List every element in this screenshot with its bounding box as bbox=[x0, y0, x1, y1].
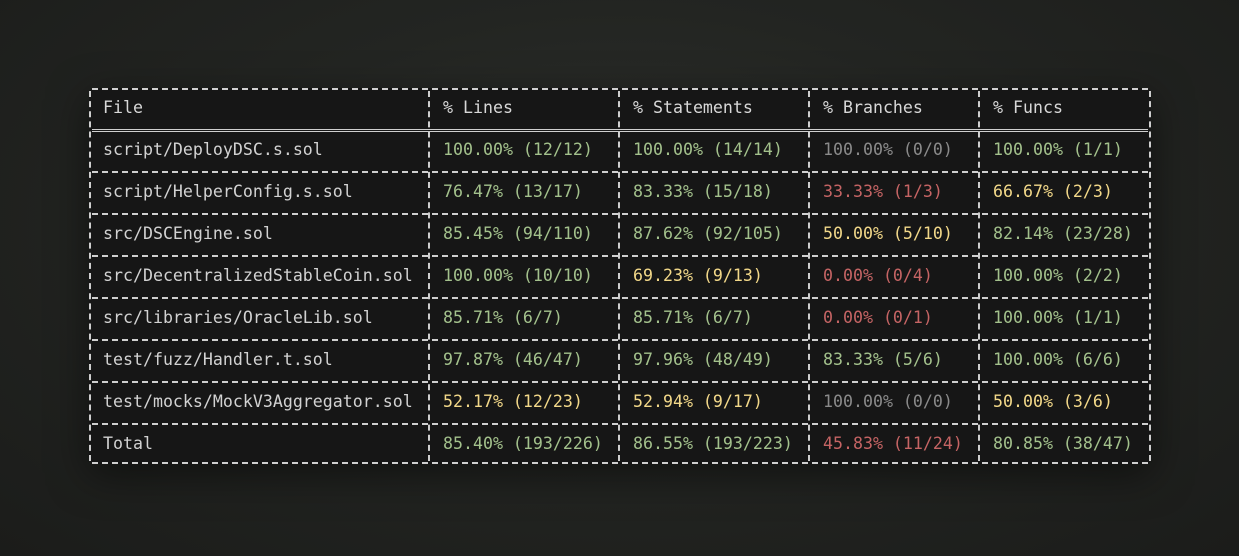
table-row: src/libraries/OracleLib.sol 85.71% (6/7) 8… bbox=[89, 298, 1151, 340]
lines-coverage-cell: 52.17% (12/23) bbox=[443, 392, 583, 411]
branches-coverage-cell: 100.00% (0/0) bbox=[823, 140, 953, 159]
lines-coverage-cell: 100.00% (10/10) bbox=[443, 266, 593, 285]
branches-coverage-cell: 0.00% (0/1) bbox=[823, 308, 933, 327]
table-row: script/DeployDSC.s.sol 100.00% (12/12) 100… bbox=[89, 130, 1151, 172]
column-header-file: File bbox=[103, 98, 143, 117]
funcs-coverage-cell: 50.00% (3/6) bbox=[993, 392, 1113, 411]
column-header-lines: % Lines bbox=[443, 98, 513, 117]
branches-coverage-cell: 100.00% (0/0) bbox=[823, 392, 953, 411]
lines-coverage-cell: 97.87% (46/47) bbox=[443, 350, 583, 369]
table-row: test/fuzz/Handler.t.sol 97.87% (46/47) 97.… bbox=[89, 340, 1151, 382]
total-row: Total 85.40% (193/226) 86.55% (193/223) 45.… bbox=[89, 424, 1151, 466]
terminal-window: File % Lines % Statements % Branches % Funcs… bbox=[89, 88, 1151, 464]
coverage-table: File % Lines % Statements % Branches % Funcs… bbox=[89, 88, 1151, 464]
column-header-funcs: % Funcs bbox=[993, 98, 1063, 117]
file-name-cell: src/DecentralizedStableCoin.sol bbox=[103, 266, 413, 285]
table-row: src/DSCEngine.sol 85.45% (94/110) 87.62% (… bbox=[89, 214, 1151, 256]
branches-coverage-cell: 45.83% (11/24) bbox=[823, 434, 963, 453]
branches-coverage-cell: 0.00% (0/4) bbox=[823, 266, 933, 285]
lines-coverage-cell: 85.71% (6/7) bbox=[443, 308, 563, 327]
table-header-row: File % Lines % Statements % Branches % Funcs bbox=[89, 88, 1151, 130]
funcs-coverage-cell: 82.14% (23/28) bbox=[993, 224, 1133, 243]
funcs-coverage-cell: 100.00% (2/2) bbox=[993, 266, 1123, 285]
table-row: src/DecentralizedStableCoin.sol 100.00% (… bbox=[89, 256, 1151, 298]
statements-coverage-cell: 85.71% (6/7) bbox=[633, 308, 753, 327]
file-name-cell: src/libraries/OracleLib.sol bbox=[103, 308, 373, 327]
funcs-coverage-cell: 100.00% (6/6) bbox=[993, 350, 1123, 369]
branches-coverage-cell: 33.33% (1/3) bbox=[823, 182, 943, 201]
lines-coverage-cell: 100.00% (12/12) bbox=[443, 140, 593, 159]
statements-coverage-cell: 97.96% (48/49) bbox=[633, 350, 773, 369]
statements-coverage-cell: 100.00% (14/14) bbox=[633, 140, 783, 159]
statements-coverage-cell: 52.94% (9/17) bbox=[633, 392, 763, 411]
table-row: test/mocks/MockV3Aggregator.sol 52.17% (1… bbox=[89, 382, 1151, 424]
funcs-coverage-cell: 100.00% (1/1) bbox=[993, 140, 1123, 159]
statements-coverage-cell: 69.23% (9/13) bbox=[633, 266, 763, 285]
file-name-cell: test/fuzz/Handler.t.sol bbox=[103, 350, 333, 369]
branches-coverage-cell: 83.33% (5/6) bbox=[823, 350, 943, 369]
statements-coverage-cell: 87.62% (92/105) bbox=[633, 224, 783, 243]
lines-coverage-cell: 85.40% (193/226) bbox=[443, 434, 603, 453]
file-name-cell: test/mocks/MockV3Aggregator.sol bbox=[103, 392, 413, 411]
file-name-cell: script/HelperConfig.s.sol bbox=[103, 182, 353, 201]
file-name-cell: Total bbox=[103, 434, 153, 453]
funcs-coverage-cell: 100.00% (1/1) bbox=[993, 308, 1123, 327]
column-header-statements: % Statements bbox=[633, 98, 753, 117]
lines-coverage-cell: 76.47% (13/17) bbox=[443, 182, 583, 201]
file-name-cell: src/DSCEngine.sol bbox=[103, 224, 273, 243]
table-row: script/HelperConfig.s.sol 76.47% (13/17) 8… bbox=[89, 172, 1151, 214]
funcs-coverage-cell: 66.67% (2/3) bbox=[993, 182, 1113, 201]
statements-coverage-cell: 86.55% (193/223) bbox=[633, 434, 793, 453]
column-header-branches: % Branches bbox=[823, 98, 923, 117]
statements-coverage-cell: 83.33% (15/18) bbox=[633, 182, 773, 201]
lines-coverage-cell: 85.45% (94/110) bbox=[443, 224, 593, 243]
funcs-coverage-cell: 80.85% (38/47) bbox=[993, 434, 1133, 453]
branches-coverage-cell: 50.00% (5/10) bbox=[823, 224, 953, 243]
file-name-cell: script/DeployDSC.s.sol bbox=[103, 140, 323, 159]
